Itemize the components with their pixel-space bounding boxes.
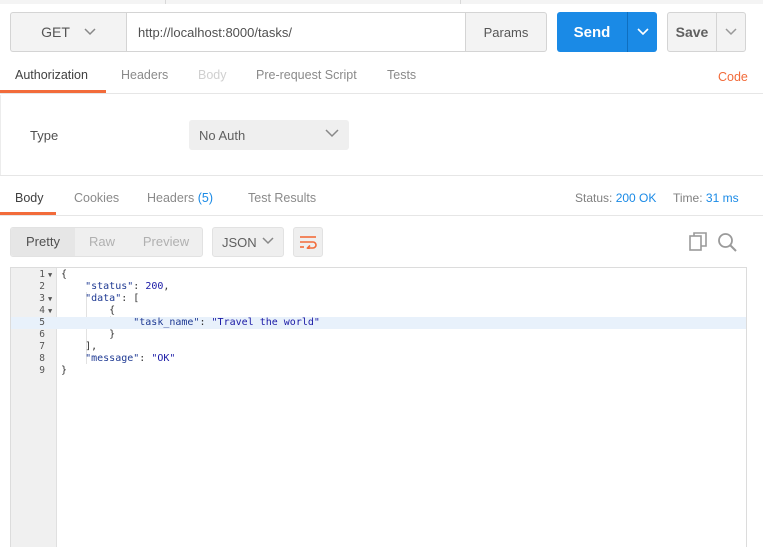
- tab-headers[interactable]: Headers: [121, 68, 168, 94]
- view-pretty-button[interactable]: Pretty: [11, 228, 75, 256]
- status-value: 200 OK: [615, 191, 657, 205]
- status-label: Status:: [575, 191, 613, 205]
- code-line: 9}: [11, 365, 746, 377]
- code-line: 3 ▼ "data": [: [11, 293, 746, 305]
- response-body-editor[interactable]: 1 ▼{2 "status": 200, 3 ▼ "data": [4 ▼ {5 "ta…: [10, 267, 747, 547]
- send-options-button[interactable]: [627, 12, 657, 52]
- code-line: 5 "task_name": "Travel the world": [11, 317, 746, 329]
- response-headers-count: (5): [197, 191, 214, 205]
- format-select[interactable]: JSON: [212, 227, 284, 257]
- line-number: 2: [39, 281, 45, 292]
- chevron-down-icon: [84, 28, 96, 36]
- code-link[interactable]: Code: [718, 70, 748, 84]
- active-tab-indicator: [0, 90, 106, 93]
- code-line: 4 ▼ {: [11, 305, 746, 317]
- auth-type-value: No Auth: [199, 127, 246, 143]
- method-label: GET: [41, 24, 70, 40]
- format-value: JSON: [222, 234, 257, 250]
- code-text: "task_name": "Travel the world": [133, 317, 320, 328]
- response-tab-body[interactable]: Body: [15, 191, 44, 205]
- line-number: 7: [39, 341, 45, 352]
- code-text: ],: [61, 341, 98, 352]
- fold-arrow-icon[interactable]: ▼: [48, 269, 52, 281]
- code-text: }: [61, 329, 116, 340]
- send-button[interactable]: Send: [557, 12, 627, 52]
- time-readout: Time: 31 ms: [673, 191, 739, 205]
- chevron-down-icon: [325, 129, 339, 138]
- tab-body[interactable]: Body: [198, 68, 227, 94]
- params-button[interactable]: Params: [465, 12, 547, 52]
- code-text: }: [61, 365, 68, 376]
- chevron-down-icon: [725, 28, 737, 36]
- response-tab-headers[interactable]: Headers (5): [147, 191, 213, 205]
- response-tab-test-results[interactable]: Test Results: [248, 191, 316, 205]
- status-readout: Status: 200 OK: [575, 191, 656, 205]
- wrap-lines-button[interactable]: [293, 227, 323, 257]
- section-divider: [0, 175, 763, 176]
- url-input[interactable]: [126, 12, 466, 52]
- tab-pre-request-script[interactable]: Pre-request Script: [256, 68, 357, 94]
- params-label: Params: [483, 24, 529, 40]
- wrap-lines-icon: [300, 236, 317, 249]
- code-text: "message": "OK": [85, 353, 176, 364]
- tab-tests[interactable]: Tests: [387, 68, 416, 94]
- response-tab-cookies[interactable]: Cookies: [74, 191, 119, 205]
- auth-panel: [0, 95, 763, 175]
- code-text: {: [61, 305, 116, 316]
- code-line: 6 }: [11, 329, 746, 341]
- code-text: {: [61, 269, 68, 280]
- send-label: Send: [573, 23, 611, 41]
- line-number: 1: [39, 269, 45, 280]
- code-text: "status": 200,: [85, 281, 170, 292]
- chevron-down-icon: [262, 237, 274, 245]
- response-headers-label: Headers: [147, 191, 195, 205]
- postman-window: GET Params Send Save Authorization Heade…: [0, 0, 763, 547]
- copy-icon[interactable]: [689, 232, 707, 252]
- tab-strip: [0, 0, 763, 4]
- fold-arrow-icon[interactable]: ▼: [48, 305, 52, 317]
- save-button[interactable]: Save: [667, 12, 717, 52]
- search-icon[interactable]: [717, 232, 737, 252]
- chevron-down-icon: [636, 28, 649, 36]
- tab-separator: [165, 0, 166, 4]
- auth-type-select[interactable]: No Auth: [189, 120, 349, 150]
- line-number: 5: [39, 317, 45, 328]
- line-number: 3: [39, 293, 45, 304]
- code-line: 7 ],: [11, 341, 746, 353]
- auth-type-label: Type: [30, 128, 59, 143]
- line-number: 9: [39, 365, 45, 376]
- tab-separator: [460, 0, 461, 4]
- view-raw-button[interactable]: Raw: [75, 228, 129, 256]
- request-tabs: Authorization Headers Body Pre-request S…: [0, 62, 763, 94]
- response-divider: [0, 215, 763, 216]
- line-number: 6: [39, 329, 45, 340]
- time-label: Time:: [673, 191, 703, 205]
- fold-arrow-icon[interactable]: ▼: [48, 293, 52, 305]
- method-select[interactable]: GET: [10, 12, 126, 52]
- time-value: 31 ms: [705, 191, 739, 205]
- code-line: 2 "status": 200,: [11, 281, 746, 293]
- view-preview-button[interactable]: Preview: [129, 228, 203, 256]
- line-number: 8: [39, 353, 45, 364]
- save-label: Save: [675, 24, 709, 40]
- code-text: "data": [: [85, 293, 140, 304]
- save-options-button[interactable]: [716, 12, 746, 52]
- code-line: 1 ▼ {: [11, 269, 746, 281]
- line-number: 4: [39, 305, 45, 316]
- view-mode-group: Pretty Raw Preview: [10, 227, 203, 257]
- code-line: 8 "message": "OK": [11, 353, 746, 365]
